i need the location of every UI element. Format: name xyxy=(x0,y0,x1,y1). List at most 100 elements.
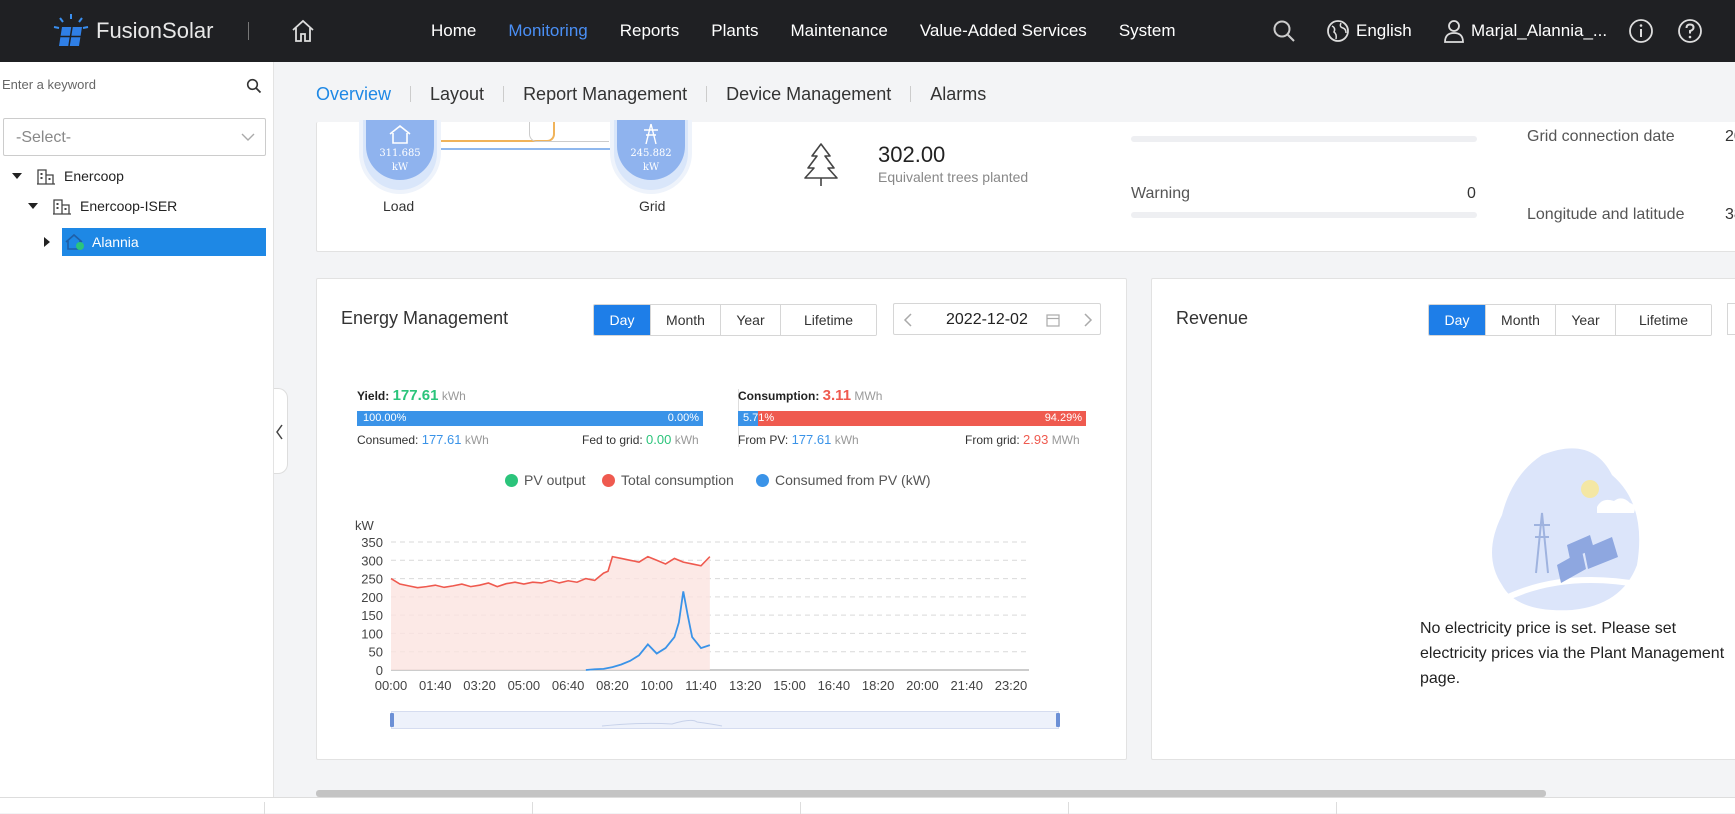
app-logo[interactable]: FusionSolar xyxy=(52,12,213,50)
revenue-period-selector: Day Month Year Lifetime xyxy=(1428,304,1712,336)
nav-reports[interactable]: Reports xyxy=(620,21,680,41)
period-year-button[interactable]: Year xyxy=(720,305,780,335)
zoom-handle-left[interactable] xyxy=(390,713,394,727)
legend-dot xyxy=(602,473,615,487)
energy-management-card: Energy Management Day Month Year Lifetim… xyxy=(316,278,1127,760)
grid-circle: 245.882 kW xyxy=(617,120,685,180)
tree-node-enercoop-iser[interactable]: Enercoop-ISER xyxy=(28,192,177,220)
collapse-caret-icon[interactable] xyxy=(28,203,38,209)
search-icon[interactable] xyxy=(1272,19,1296,43)
period-month-button[interactable]: Month xyxy=(650,305,720,335)
legend-pv-output[interactable]: PV output xyxy=(505,472,586,488)
consumption-value: 3.11 xyxy=(822,387,852,404)
legend-total-consumption[interactable]: Total consumption xyxy=(602,472,734,488)
date-picker[interactable]: 2022-12-02 xyxy=(893,303,1101,335)
consumed-label: Consumed: xyxy=(357,433,419,447)
nav-plants[interactable]: Plants xyxy=(711,21,758,41)
bottom-panel-strip xyxy=(0,797,1735,814)
nav-home[interactable]: Home xyxy=(431,21,476,41)
consumption-grid-percent: 94.29% xyxy=(1044,412,1082,424)
period-month-button[interactable]: Month xyxy=(1485,305,1555,335)
y-axis-title: kW xyxy=(355,518,375,533)
tree-label: Alannia xyxy=(92,234,139,250)
calendar-icon[interactable] xyxy=(1046,313,1060,327)
tab-device-management[interactable]: Device Management xyxy=(726,84,891,105)
consumed-stat: Consumed: 177.61 kWh xyxy=(357,432,489,447)
x-tick-label: 23:20 xyxy=(995,678,1028,692)
tree-icon xyxy=(804,143,838,186)
legend-label: Consumed from PV (kW) xyxy=(775,472,931,488)
plant-select[interactable]: -Select- xyxy=(3,118,266,156)
sidebar-collapse-toggle[interactable] xyxy=(274,388,288,474)
period-lifetime-button[interactable]: Lifetime xyxy=(780,305,876,335)
tree-label: Enercoop-ISER xyxy=(80,198,178,214)
grid-connection-date-value: 20 xyxy=(1725,128,1735,145)
x-tick-label: 18:20 xyxy=(862,678,895,692)
language-switcher[interactable]: English xyxy=(1326,19,1412,43)
search-icon[interactable] xyxy=(246,78,262,94)
user-menu[interactable]: Marjal_Alannia_... xyxy=(1443,19,1607,43)
nav-monitoring[interactable]: Monitoring xyxy=(508,21,587,41)
revenue-date-picker-edge[interactable] xyxy=(1727,303,1735,335)
consumption-unit: MWh xyxy=(854,389,883,403)
nav-system[interactable]: System xyxy=(1119,21,1176,41)
yield-value: 177.61 xyxy=(392,387,439,404)
divider xyxy=(1068,802,1069,814)
consumed-value: 177.61 xyxy=(421,432,462,447)
nav-value-added-services[interactable]: Value-Added Services xyxy=(920,21,1087,41)
tree-node-enercoop[interactable]: Enercoop xyxy=(12,162,124,190)
load-node[interactable]: 311.685 kW xyxy=(359,120,441,194)
trees-value: 302.00 xyxy=(878,142,946,167)
period-day-button[interactable]: Day xyxy=(594,305,650,335)
consumption-label: Consumption: xyxy=(738,389,820,403)
load-circle: 311.685 kW xyxy=(366,120,434,180)
legend-dot xyxy=(505,473,518,487)
tab-layout[interactable]: Layout xyxy=(430,84,484,105)
tree-node-alannia[interactable]: Alannia xyxy=(44,228,139,256)
expand-caret-icon[interactable] xyxy=(44,237,50,247)
help-icon[interactable] xyxy=(1677,18,1703,44)
chevron-right-icon[interactable] xyxy=(1082,312,1094,328)
x-tick-label: 11:40 xyxy=(685,678,717,692)
collapse-caret-icon[interactable] xyxy=(12,173,22,179)
chevron-down-icon xyxy=(241,133,255,141)
yield-fed-percent: 0.00% xyxy=(667,412,699,424)
energy-line-chart[interactable]: kW 0 50 100 150 200 250 300 350 00:00 01:40 03:20 05… xyxy=(339,502,1059,692)
yield-self-consumed-percent: 100.00% xyxy=(363,412,407,424)
grid-unit: kW xyxy=(642,162,660,173)
user-name: Marjal_Alannia_... xyxy=(1471,21,1608,40)
divider xyxy=(503,86,505,102)
period-year-button[interactable]: Year xyxy=(1555,305,1615,335)
longitude-latitude-value: 38 xyxy=(1725,206,1735,223)
solar-empty-state-illustration xyxy=(1492,448,1643,611)
chart-zoom-slider[interactable] xyxy=(390,711,1060,729)
period-lifetime-button[interactable]: Lifetime xyxy=(1615,305,1711,335)
yield-summary: Yield: 177.61 kWh xyxy=(357,387,466,404)
divider xyxy=(800,802,801,814)
chevron-left-icon[interactable] xyxy=(902,312,914,328)
tab-overview[interactable]: Overview xyxy=(316,84,391,105)
revenue-empty-message: No electricity price is set. Please set … xyxy=(1420,620,1725,687)
period-day-button[interactable]: Day xyxy=(1429,305,1485,335)
y-tick-label: 150 xyxy=(361,608,383,623)
info-icon[interactable] xyxy=(1628,18,1654,44)
tab-alarms[interactable]: Alarms xyxy=(930,84,986,105)
divider xyxy=(1336,802,1337,814)
x-tick-label: 01:40 xyxy=(419,678,452,692)
trees-label: Equivalent trees planted xyxy=(878,169,1029,185)
horizontal-scrollbar[interactable] xyxy=(316,790,1546,797)
search-input[interactable]: Enter a keyword xyxy=(2,77,96,92)
tab-report-management[interactable]: Report Management xyxy=(523,84,687,105)
keyword-search[interactable]: Enter a keyword xyxy=(0,72,270,100)
consumption-summary: Consumption: 3.11 MWh xyxy=(738,387,882,404)
legend-label: PV output xyxy=(524,472,586,488)
nav-maintenance[interactable]: Maintenance xyxy=(791,21,888,41)
x-tick-label: 03:20 xyxy=(463,678,496,692)
home-icon[interactable] xyxy=(290,18,316,44)
legend-consumed-from-pv[interactable]: Consumed from PV (kW) xyxy=(756,472,931,488)
grid-node[interactable]: 245.882 kW xyxy=(610,120,692,194)
top-bar: FusionSolar Home Monitoring Reports Plan… xyxy=(0,0,1735,62)
divider xyxy=(910,86,912,102)
y-tick-label: 300 xyxy=(361,553,383,568)
zoom-handle-right[interactable] xyxy=(1056,713,1060,727)
